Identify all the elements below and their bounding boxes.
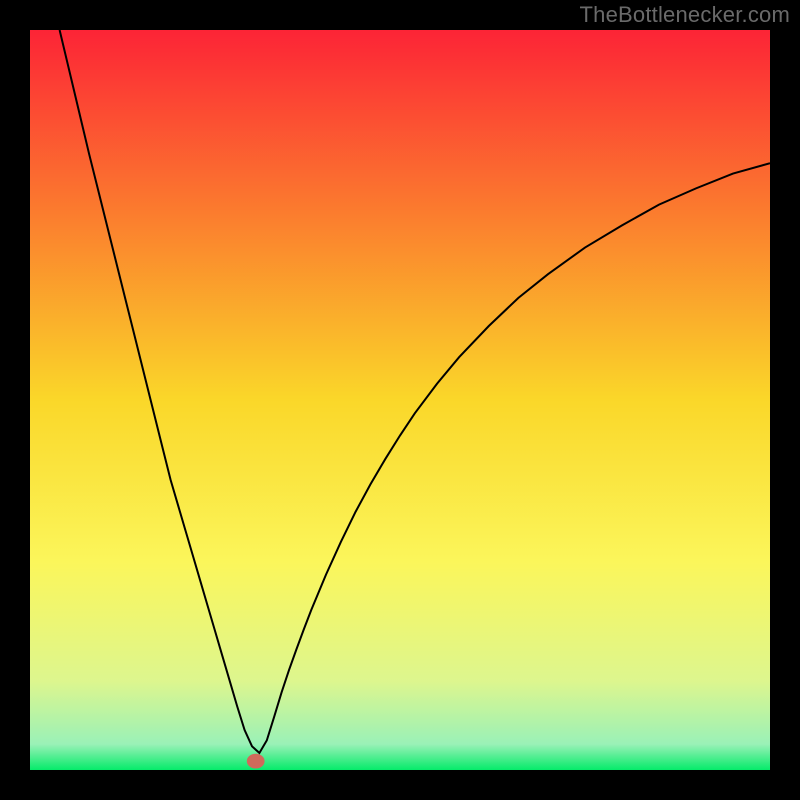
minimum-marker	[247, 754, 265, 769]
chart-frame: TheBottlenecker.com	[0, 0, 800, 800]
attribution-text: TheBottlenecker.com	[580, 2, 790, 28]
plot-background	[30, 30, 770, 770]
bottleneck-chart	[30, 30, 770, 770]
